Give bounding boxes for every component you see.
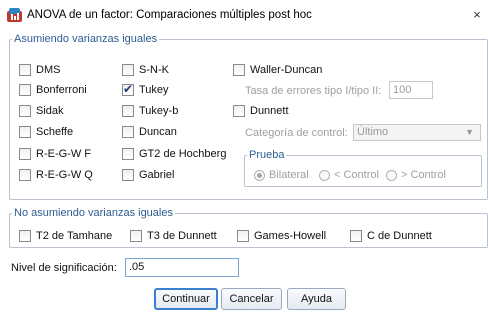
checkbox-regwf[interactable]: R-E-G-W F [19, 148, 91, 160]
games-howell-checkbox-box[interactable] [237, 230, 249, 242]
radio-greater-control[interactable]: > Control [386, 169, 446, 181]
checkbox-gabriel[interactable]: Gabriel [122, 169, 174, 181]
checkbox-gt2-hochberg[interactable]: GT2 de Hochberg [122, 148, 226, 160]
sidak-label: Sidak [36, 105, 64, 117]
checkbox-sidak[interactable]: Sidak [19, 105, 64, 117]
dms-checkbox-box[interactable] [19, 64, 31, 76]
dms-label: DMS [36, 64, 61, 76]
control-category-label: Categoría de control: [245, 127, 348, 139]
regwf-label: R-E-G-W F [36, 148, 91, 160]
duncan-label: Duncan [139, 126, 177, 138]
test-type-legend: Prueba [249, 149, 285, 161]
tukey-b-label: Tukey-b [139, 105, 179, 117]
gabriel-checkbox-box[interactable] [122, 169, 134, 181]
checkbox-dms[interactable]: DMS [19, 64, 60, 76]
gabriel-label: Gabriel [139, 169, 175, 181]
scheffe-checkbox-box[interactable] [19, 126, 31, 138]
control-category-value: Último [357, 126, 389, 138]
checkbox-games-howell[interactable]: Games-Howell [237, 230, 326, 242]
checkbox-duncan[interactable]: Duncan [122, 126, 177, 138]
bilateral-label: Bilateral [269, 169, 309, 181]
spss-app-icon [7, 8, 22, 22]
chevron-down-icon[interactable]: ▼ [465, 127, 474, 137]
dunnett-label: Dunnett [250, 105, 289, 117]
snk-checkbox-box[interactable] [122, 64, 134, 76]
checkbox-t2-tamhane[interactable]: T2 de Tamhane [19, 230, 112, 242]
bonferroni-checkbox-box[interactable] [19, 84, 31, 96]
error-ratio-label: Tasa de errores tipo I/tipo II: [245, 85, 382, 97]
checkbox-tukey[interactable]: Tukey [122, 82, 169, 96]
greater-control-label: > Control [401, 169, 446, 181]
close-icon[interactable]: × [470, 7, 484, 23]
bilateral-radio-button[interactable] [254, 169, 265, 181]
waller-duncan-checkbox-box[interactable] [233, 64, 245, 76]
snk-label: S-N-K [139, 64, 169, 76]
waller-duncan-label: Waller-Duncan [250, 64, 323, 76]
less-control-label: < Control [334, 169, 379, 181]
gt2-hochberg-checkbox-box[interactable] [122, 148, 134, 160]
checkbox-snk[interactable]: S-N-K [122, 64, 169, 76]
continue-button[interactable]: Continuar [154, 288, 218, 310]
regwf-checkbox-box[interactable] [19, 148, 31, 160]
bonferroni-label: Bonferroni [36, 84, 87, 96]
less-control-radio-button[interactable] [319, 169, 330, 181]
significance-input[interactable]: .05 [125, 258, 239, 277]
greater-control-radio-button[interactable] [386, 169, 397, 181]
tukey-label: Tukey [139, 84, 169, 96]
t2-tamhane-label: T2 de Tamhane [36, 230, 113, 242]
c-dunnett-checkbox-box[interactable] [350, 230, 362, 242]
test-type-group: Prueba [244, 149, 482, 187]
significance-label: Nivel de significación: [11, 262, 117, 274]
checkbox-bonferroni[interactable]: Bonferroni [19, 84, 87, 96]
regwq-label: R-E-G-W Q [36, 169, 93, 181]
duncan-checkbox-box[interactable] [122, 126, 134, 138]
gt2-hochberg-label: GT2 de Hochberg [139, 148, 227, 160]
checkbox-t3-dunnett[interactable]: T3 de Dunnett [130, 230, 217, 242]
error-ratio-input[interactable]: 100 [389, 81, 433, 99]
unequal-variances-legend: No asumiendo varianzas iguales [14, 207, 173, 219]
games-howell-label: Games-Howell [254, 230, 327, 242]
checkbox-scheffe[interactable]: Scheffe [19, 126, 73, 138]
radio-bilateral[interactable]: Bilateral [254, 169, 309, 181]
tukey-checkbox-box[interactable] [122, 82, 134, 96]
checkbox-regwq[interactable]: R-E-G-W Q [19, 169, 93, 181]
t3-dunnett-checkbox-box[interactable] [130, 230, 142, 242]
checkbox-tukey-b[interactable]: Tukey-b [122, 105, 178, 117]
help-button[interactable]: Ayuda [287, 288, 346, 310]
regwq-checkbox-box[interactable] [19, 169, 31, 181]
sidak-checkbox-box[interactable] [19, 105, 31, 117]
cancel-button[interactable]: Cancelar [221, 288, 282, 310]
radio-less-control[interactable]: < Control [319, 169, 379, 181]
t2-tamhane-checkbox-box[interactable] [19, 230, 31, 242]
checkbox-c-dunnett[interactable]: C de Dunnett [350, 230, 432, 242]
tukey-b-checkbox-box[interactable] [122, 105, 134, 117]
c-dunnett-label: C de Dunnett [367, 230, 432, 242]
t3-dunnett-label: T3 de Dunnett [147, 230, 217, 242]
scheffe-label: Scheffe [36, 126, 74, 138]
checkbox-dunnett[interactable]: Dunnett [233, 105, 289, 117]
window-title: ANOVA de un factor: Comparaciones múltip… [27, 9, 312, 21]
dunnett-checkbox-box[interactable] [233, 105, 245, 117]
title-bar: ANOVA de un factor: Comparaciones múltip… [0, 0, 488, 30]
control-category-select[interactable]: Último ▼ [353, 124, 481, 141]
checkbox-waller-duncan[interactable]: Waller-Duncan [233, 64, 322, 76]
equal-variances-legend: Asumiendo varianzas iguales [14, 33, 158, 45]
